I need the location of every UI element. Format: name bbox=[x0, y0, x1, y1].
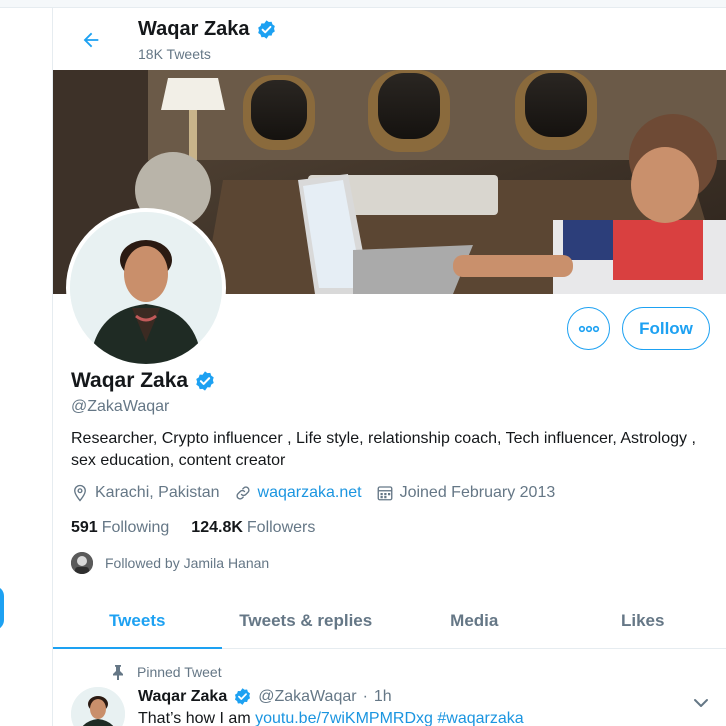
profile-meta: Karachi, Pakistan waqarzaka.net Joined F… bbox=[71, 484, 569, 502]
link-icon bbox=[235, 486, 250, 500]
follow-stats: 591 Following 124.8K Followers bbox=[71, 519, 315, 537]
website-link[interactable]: waqarzaka.net bbox=[258, 484, 362, 502]
tab-tweets-and-replies[interactable]: Tweets & replies bbox=[222, 596, 391, 648]
verified-badge-icon bbox=[196, 371, 214, 391]
followers-count: 124.8K bbox=[191, 519, 243, 536]
verified-badge-icon bbox=[235, 688, 251, 705]
tweet-author-handle[interactable]: @ZakaWaqar bbox=[258, 688, 356, 706]
profile-bio: Researcher, Crypto influencer , Life sty… bbox=[71, 430, 696, 469]
tweet-text: That’s how I am youtu.be/7wiKMPMRDxg #wa… bbox=[138, 710, 524, 726]
followed-by-row[interactable]: Followed by Jamila Hanan bbox=[71, 552, 269, 574]
tab-media[interactable]: Media bbox=[390, 596, 559, 648]
following-label: Following bbox=[101, 519, 170, 536]
tweet-text-prefix: That’s how I am bbox=[138, 710, 251, 726]
joined-text: Joined February 2013 bbox=[399, 484, 556, 501]
profile-header-bar: Waqar Zaka 18K Tweets bbox=[53, 8, 726, 70]
tweet-hashtag[interactable]: #waqarzaka bbox=[437, 710, 523, 726]
follow-button[interactable]: Follow bbox=[622, 307, 710, 350]
avatar-photo bbox=[70, 212, 222, 364]
profile-handle: @ZakaWaqar bbox=[71, 398, 170, 415]
location-item: Karachi, Pakistan bbox=[71, 484, 220, 502]
tweet-author-avatar[interactable] bbox=[71, 687, 125, 726]
follower-avatar bbox=[71, 552, 93, 574]
followed-by-text: Followed by Jamila Hanan bbox=[105, 555, 270, 571]
profile-name: Waqar Zaka bbox=[71, 369, 216, 393]
profile-tabs: Tweets Tweets & replies Media Likes bbox=[53, 596, 726, 649]
pin-icon bbox=[113, 665, 123, 680]
more-icon bbox=[578, 325, 599, 332]
tab-likes[interactable]: Likes bbox=[559, 596, 726, 648]
following-count: 591 bbox=[71, 519, 98, 536]
back-arrow-icon bbox=[83, 32, 99, 48]
tweet-author-name[interactable]: Waqar Zaka bbox=[138, 688, 227, 706]
tweet-header: Waqar Zaka @ZakaWaqar · 1h bbox=[138, 687, 392, 706]
profile-avatar[interactable] bbox=[66, 208, 226, 368]
header-title: Waqar Zaka bbox=[138, 18, 277, 41]
followers-label: Followers bbox=[246, 519, 316, 536]
following-link[interactable]: 591 Following bbox=[71, 519, 169, 537]
browser-top-edge bbox=[0, 0, 726, 8]
pinned-label-row: Pinned Tweet bbox=[111, 664, 222, 680]
chevron-down-icon bbox=[694, 699, 708, 707]
calendar-icon bbox=[377, 486, 393, 501]
tweet-separator: · bbox=[362, 687, 368, 705]
tweet-menu-button[interactable] bbox=[693, 695, 709, 713]
left-navigation-area bbox=[0, 8, 52, 726]
pinned-tweet[interactable]: Pinned Tweet Waqar Zaka @ZakaWaqar · 1h … bbox=[53, 649, 726, 726]
tab-tweets[interactable]: Tweets bbox=[53, 596, 222, 649]
location-text: Karachi, Pakistan bbox=[95, 484, 220, 501]
tweet-time[interactable]: 1h bbox=[374, 688, 392, 706]
location-icon bbox=[74, 484, 86, 502]
pinned-label: Pinned Tweet bbox=[137, 664, 222, 680]
header-tweet-count: 18K Tweets bbox=[138, 46, 211, 62]
website-item: waqarzaka.net bbox=[234, 484, 362, 502]
more-options-button[interactable] bbox=[567, 307, 610, 350]
back-button[interactable] bbox=[73, 22, 109, 58]
joined-item: Joined February 2013 bbox=[376, 484, 556, 502]
followers-link[interactable]: 124.8K Followers bbox=[191, 519, 315, 537]
tweet-link[interactable]: youtu.be/7wiKMPMRDxg bbox=[255, 710, 433, 726]
verified-badge-icon bbox=[257, 20, 275, 39]
header-name-text: Waqar Zaka bbox=[138, 18, 250, 40]
compose-tweet-button[interactable] bbox=[0, 586, 4, 630]
profile-column: Waqar Zaka 18K Tweets Follow Waqar Zaka … bbox=[52, 8, 726, 726]
profile-name-text: Waqar Zaka bbox=[71, 369, 189, 392]
